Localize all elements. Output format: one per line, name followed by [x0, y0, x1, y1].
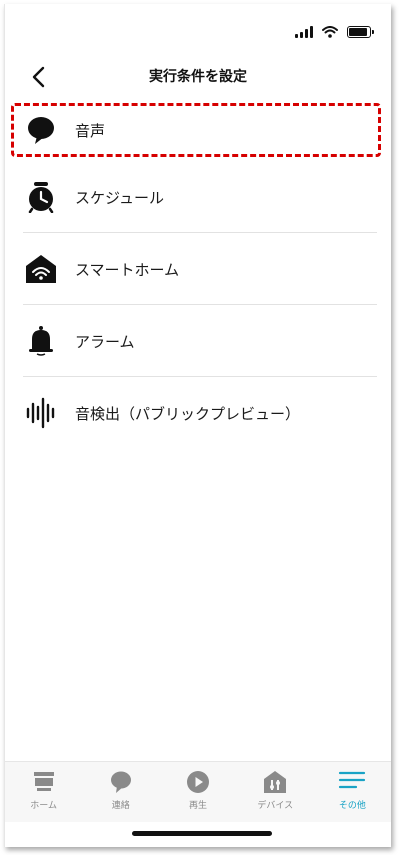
play-icon [186, 768, 210, 796]
tab-label: 再生 [189, 801, 208, 811]
tab-label: ホーム [30, 801, 57, 811]
list-item-label: 音声 [75, 121, 106, 140]
tab-label: その他 [338, 801, 366, 811]
wifi-icon [322, 26, 338, 38]
status-bar [295, 26, 374, 38]
list-item-label: アラーム [75, 332, 135, 351]
home-indicator [132, 831, 272, 836]
list-item-voice[interactable]: 音声 [5, 99, 391, 161]
page-title: 実行条件を設定 [149, 69, 247, 85]
tab-label: デバイス [257, 801, 294, 811]
list-item-sound-detection[interactable]: 音検出（パブリックプレビュー） [5, 377, 391, 449]
tab-devices[interactable]: デバイス [237, 762, 314, 822]
sound-wave-icon [23, 395, 59, 431]
cellular-signal-icon [295, 26, 313, 38]
list-item-smart-home[interactable]: スマートホーム [5, 233, 391, 305]
devices-icon [263, 768, 287, 796]
list-item-label: スマートホーム [75, 260, 180, 279]
tab-home[interactable]: ホーム [5, 762, 82, 822]
bell-icon [23, 323, 59, 359]
list-item-schedule[interactable]: スケジュール [5, 161, 391, 233]
home-icon [32, 768, 56, 796]
tab-play[interactable]: 再生 [159, 762, 236, 822]
list-item-alarm[interactable]: アラーム [5, 305, 391, 377]
battery-icon [347, 26, 374, 38]
alarm-clock-icon [23, 179, 59, 215]
highlight-box [11, 103, 381, 157]
smart-home-icon [23, 251, 59, 287]
chat-icon [109, 768, 133, 796]
tab-contacts[interactable]: 連絡 [82, 762, 159, 822]
menu-icon [338, 768, 366, 796]
tab-bar: ホーム 連絡 再生 デバイス その他 [5, 761, 391, 822]
list-item-label: スケジュール [75, 188, 164, 207]
condition-list: 音声 スケジュール スマートホーム アラーム 音検出（パブリックプレビュー） [5, 99, 391, 449]
tab-label: 連絡 [111, 801, 130, 811]
tab-more[interactable]: その他 [314, 762, 391, 822]
speech-bubble-icon [23, 112, 59, 148]
list-item-label: 音検出（パブリックプレビュー） [75, 404, 301, 423]
phone-screen: 実行条件を設定 音声 スケジュール スマートホーム アラーム 音検出（パブリック… [4, 4, 391, 847]
